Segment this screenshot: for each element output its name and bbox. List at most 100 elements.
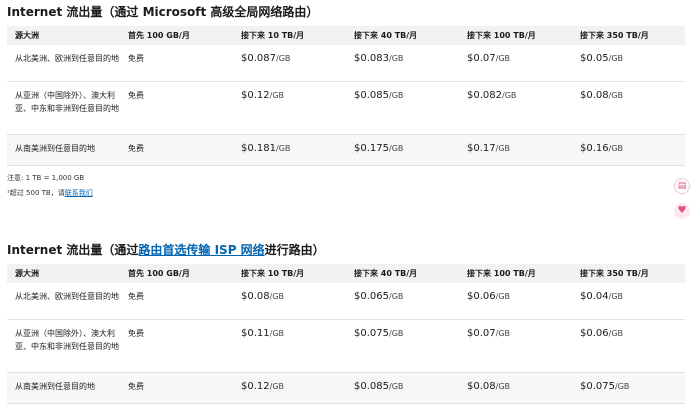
price-unit: /GB <box>495 382 511 391</box>
column-header: 源大洲 <box>7 26 120 45</box>
price-value: $0.085 <box>354 90 389 101</box>
price-unit: /GB <box>495 329 511 338</box>
column-header: 接下来 350 TB/月 <box>572 264 685 283</box>
section-title: Internet 流出量（通过路由首选传输 ISP 网络进行路由） <box>7 242 685 258</box>
price-value: $0.083 <box>354 53 389 64</box>
price-unit: /GB <box>608 144 624 153</box>
price-cell: $0.17/GB <box>459 134 572 166</box>
price-unit: /GB <box>502 91 517 100</box>
first-tier-cell: 免费 <box>120 283 233 320</box>
column-header: 接下来 40 TB/月 <box>346 26 459 45</box>
price-value: $0.07 <box>467 328 496 339</box>
price-unit: /GB <box>269 382 285 391</box>
price-unit: /GB <box>389 91 404 100</box>
price-cell: $0.065/GB <box>346 283 459 320</box>
pricing-table: 源大洲 首先 100 GB/月 接下来 10 TB/月 接下来 40 TB/月 … <box>7 26 685 166</box>
price-unit: /GB <box>608 292 624 301</box>
price-value: $0.075 <box>580 381 615 392</box>
price-cell: $0.08/GB <box>459 372 572 404</box>
document-icon[interactable]: ▤ <box>674 178 690 194</box>
table-row: 从南美洲到任意目的地 免费 $0.12/GB $0.085/GB $0.08/G… <box>7 372 685 404</box>
price-value: $0.085 <box>354 381 389 392</box>
price-value: $0.06 <box>467 291 496 302</box>
price-unit: /GB <box>608 329 624 338</box>
heart-icon[interactable]: ♥ <box>674 203 690 219</box>
price-cell: $0.085/GB <box>346 372 459 404</box>
price-value: $0.08 <box>580 90 609 101</box>
price-value: $0.065 <box>354 291 389 302</box>
price-cell: $0.12/GB <box>233 372 346 404</box>
price-cell: $0.075/GB <box>346 319 459 373</box>
price-cell: $0.08/GB <box>572 81 685 135</box>
table-row: 从亚洲（中国除外）、澳大利亚、中东和非洲到任意目的地 免费 $0.12/GB $… <box>7 81 685 135</box>
first-tier-cell: 免费 <box>120 134 233 166</box>
price-unit: /GB <box>276 144 291 153</box>
table-header-row: 源大洲 首先 100 GB/月 接下来 10 TB/月 接下来 40 TB/月 … <box>7 26 685 45</box>
section-title: Internet 流出量（通过 Microsoft 高级全局网络路由） <box>7 5 319 19</box>
price-unit: /GB <box>495 144 511 153</box>
column-header: 首先 100 GB/月 <box>120 26 233 45</box>
price-unit: /GB <box>389 292 404 301</box>
column-header: 接下来 10 TB/月 <box>233 264 346 283</box>
price-value: $0.06 <box>580 328 609 339</box>
price-unit: /GB <box>608 91 624 100</box>
price-cell: $0.087/GB <box>233 45 346 82</box>
price-unit: /GB <box>276 54 291 63</box>
price-cell: $0.11/GB <box>233 319 346 373</box>
price-unit: /GB <box>389 144 404 153</box>
source-cell: 从北美洲、欧洲到任意目的地 <box>7 283 120 320</box>
table-row: 从亚洲（中国除外）、澳大利亚、中东和非洲到任意目的地 免费 $0.11/GB $… <box>7 319 685 373</box>
first-tier-cell: 免费 <box>120 45 233 82</box>
source-cell: 从南美洲到任意目的地 <box>7 372 120 404</box>
egress-isp-network-section: Internet 流出量（通过路由首选传输 ISP 网络进行路由） 源大洲 首先… <box>7 242 685 404</box>
price-cell: $0.175/GB <box>346 134 459 166</box>
first-tier-cell: 免费 <box>120 372 233 404</box>
price-cell: $0.082/GB <box>459 81 572 135</box>
source-cell: 从南美洲到任意目的地 <box>7 134 120 166</box>
price-cell: $0.08/GB <box>233 283 346 320</box>
price-value: $0.17 <box>467 143 496 154</box>
price-cell: $0.12/GB <box>233 81 346 135</box>
table-row: 从南美洲到任意目的地 免费 $0.181/GB $0.175/GB $0.17/… <box>7 134 685 166</box>
first-tier-cell: 免费 <box>120 319 233 373</box>
table-header-row: 源大洲 首先 100 GB/月 接下来 10 TB/月 接下来 40 TB/月 … <box>7 264 685 283</box>
price-cell: $0.07/GB <box>459 45 572 82</box>
pricing-table: 源大洲 首先 100 GB/月 接下来 10 TB/月 接下来 40 TB/月 … <box>7 264 685 404</box>
price-value: $0.082 <box>467 90 502 101</box>
price-unit: /GB <box>269 329 285 338</box>
egress-microsoft-network-section: Internet 流出量（通过 Microsoft 高级全局网络路由） 源大洲 … <box>7 4 685 198</box>
isp-network-link[interactable]: 路由首选传输 ISP 网络 <box>138 243 264 257</box>
column-header: 接下来 350 TB/月 <box>572 26 685 45</box>
price-value: $0.12 <box>241 381 270 392</box>
section-title-prefix: Internet 流出量（通过 <box>7 243 139 257</box>
column-header: 接下来 10 TB/月 <box>233 26 346 45</box>
price-cell: $0.07/GB <box>459 319 572 373</box>
source-cell: 从亚洲（中国除外）、澳大利亚、中东和非洲到任意目的地 <box>7 81 120 135</box>
price-unit: /GB <box>495 54 511 63</box>
price-value: $0.08 <box>467 381 496 392</box>
price-unit: /GB <box>608 54 624 63</box>
column-header: 接下来 100 TB/月 <box>459 264 572 283</box>
price-value: $0.07 <box>467 53 496 64</box>
contact-us-link[interactable]: 联系我们 <box>65 189 93 197</box>
price-cell: $0.181/GB <box>233 134 346 166</box>
price-unit: /GB <box>269 292 285 301</box>
price-cell: $0.16/GB <box>572 134 685 166</box>
note-tb-conversion: 注意: 1 TB = 1,000 GB <box>7 174 85 182</box>
note-text: ¹超过 500 TB，请 <box>7 189 65 197</box>
price-value: $0.175 <box>354 143 389 154</box>
price-cell: $0.085/GB <box>346 81 459 135</box>
column-header: 接下来 40 TB/月 <box>346 264 459 283</box>
price-value: $0.08 <box>241 291 270 302</box>
price-cell: $0.06/GB <box>459 283 572 320</box>
price-cell: $0.075/GB <box>572 372 685 404</box>
price-cell: $0.06/GB <box>572 319 685 373</box>
price-value: $0.12 <box>241 90 270 101</box>
price-value: $0.11 <box>241 328 270 339</box>
column-header: 源大洲 <box>7 264 120 283</box>
price-unit: /GB <box>389 329 404 338</box>
note-contact: ¹超过 500 TB，请联系我们 <box>7 188 685 198</box>
price-value: $0.04 <box>580 291 609 302</box>
price-cell: $0.04/GB <box>572 283 685 320</box>
price-cell: $0.05/GB <box>572 45 685 82</box>
